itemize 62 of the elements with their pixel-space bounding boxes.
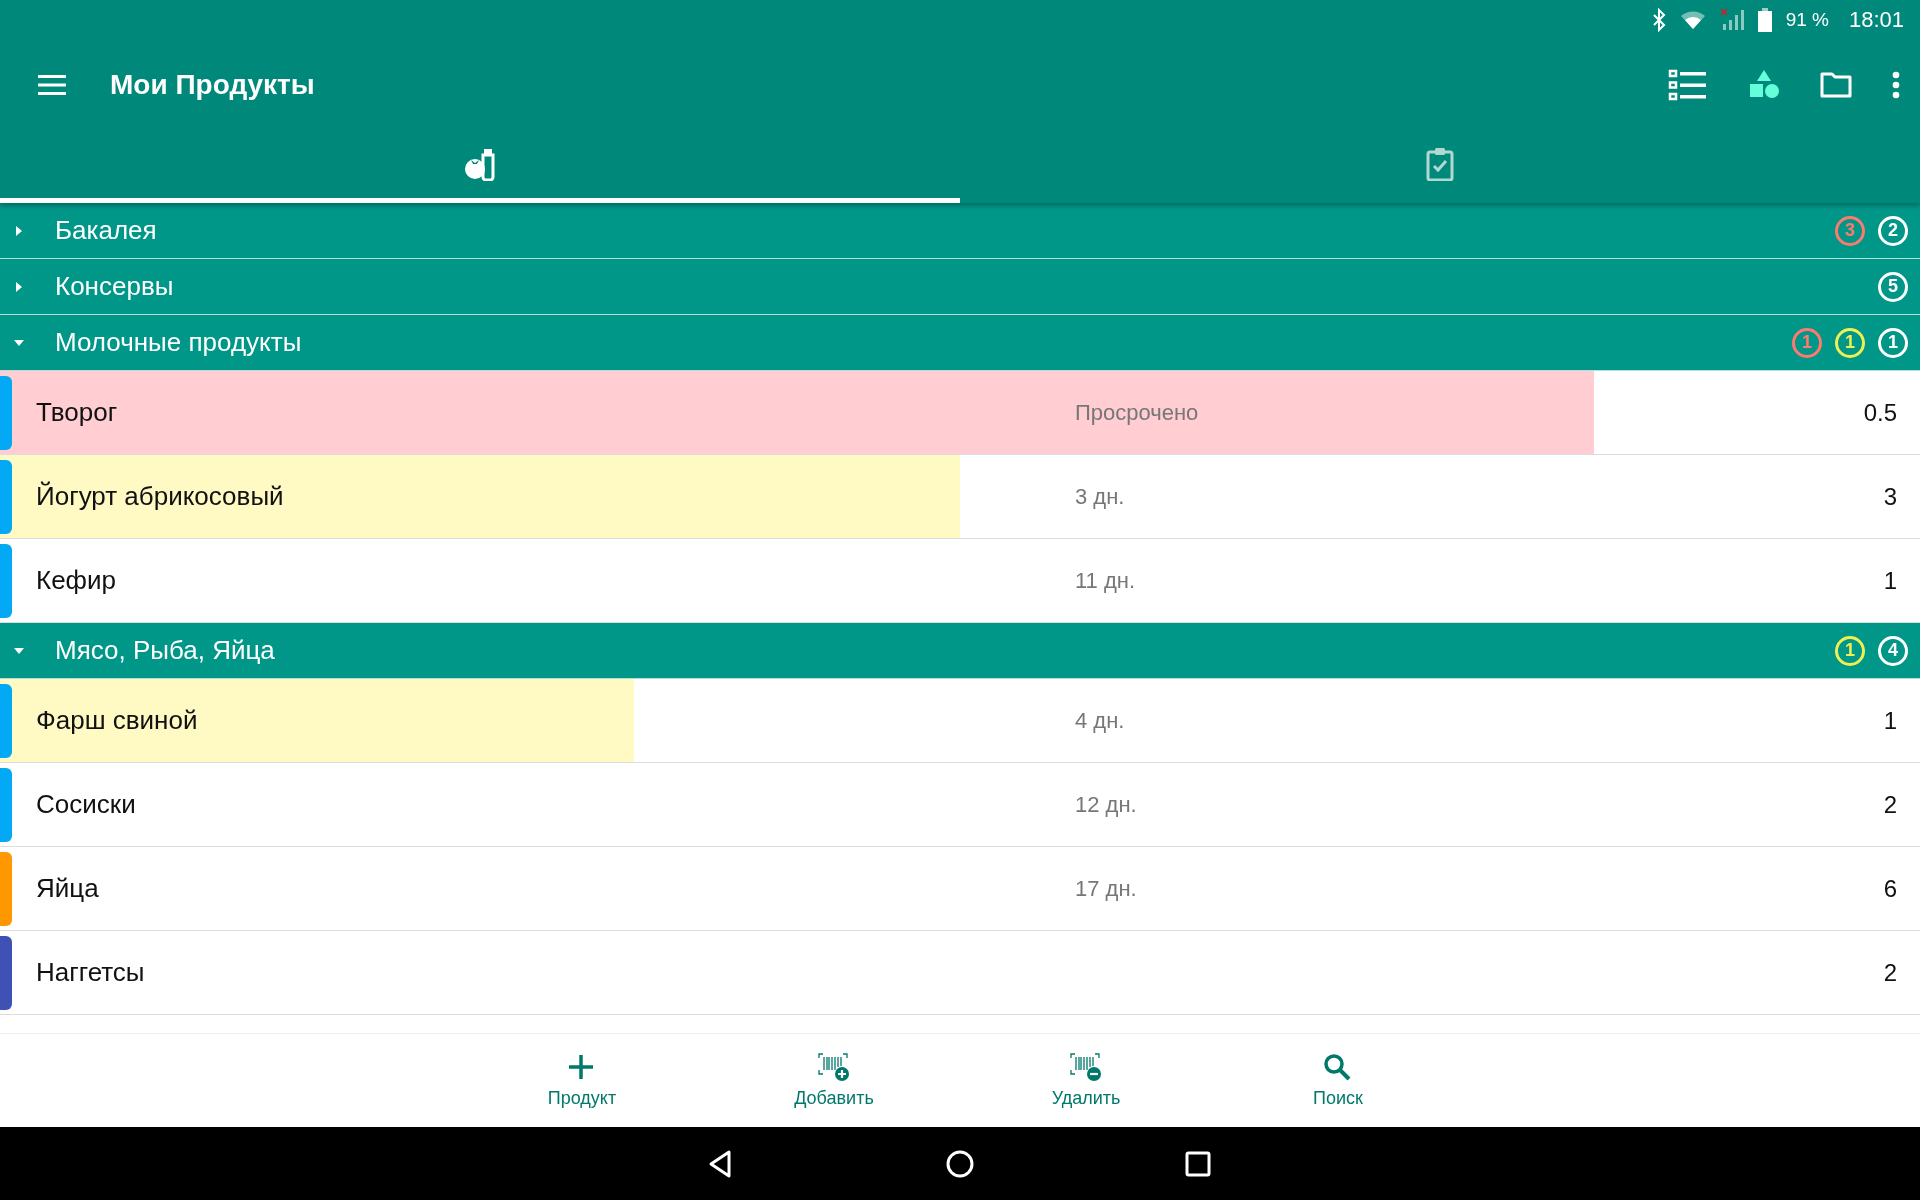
product-name: Сосиски: [36, 789, 137, 820]
shapes-button[interactable]: [1748, 69, 1780, 101]
battery-level: 91 %: [1785, 9, 1829, 31]
product-name: Творог: [36, 397, 119, 428]
count-badge: 1: [1835, 327, 1865, 358]
menu-icon: [38, 74, 66, 96]
expiry-text: 11 дн.: [1075, 567, 1137, 594]
quantity: 0.5: [1863, 398, 1897, 427]
add-button[interactable]: Продукт: [526, 1034, 638, 1127]
cell-signal-icon: [1719, 8, 1744, 32]
bluetooth-icon: [1651, 8, 1666, 32]
product-row[interactable]: Фарш свиной 4 дн. 1: [0, 679, 1920, 763]
quantity: 1: [1883, 706, 1897, 735]
product-row[interactable]: Йогурт абрикосовый 3 дн. 3: [0, 455, 1920, 539]
shapes-icon: [1748, 69, 1780, 101]
expiry-text: 12 дн.: [1075, 791, 1138, 818]
barcode-remove-button[interactable]: Удалить: [1030, 1034, 1142, 1127]
expiry-text: 17 дн.: [1075, 875, 1138, 902]
count-badge: 4: [1878, 635, 1908, 666]
count-badge: 5: [1878, 271, 1908, 302]
app-title: Мои Продукты: [110, 69, 316, 101]
quantity: 1: [1883, 566, 1897, 595]
search-button[interactable]: Поиск: [1282, 1034, 1394, 1127]
home-button[interactable]: [945, 1148, 975, 1179]
more-icon: [1892, 71, 1900, 99]
battery-icon: [1757, 8, 1772, 32]
count-badge: 3: [1835, 215, 1865, 246]
category-header[interactable]: Мясо, Рыба, Яйца 1 4: [0, 623, 1920, 679]
list-button[interactable]: [1668, 69, 1708, 101]
wifi-icon: [1679, 10, 1706, 30]
category-header[interactable]: Бакалея 3 2: [0, 203, 1920, 259]
list-icon: [1668, 69, 1708, 101]
folder-button[interactable]: [1820, 72, 1852, 98]
quantity: 6: [1883, 874, 1897, 903]
count-badge: 2: [1878, 215, 1908, 246]
quantity: 2: [1883, 790, 1897, 819]
home-icon: [945, 1148, 975, 1179]
product-name: Фарш свиной: [36, 705, 199, 736]
count-badge: 1: [1792, 327, 1822, 358]
quantity: 3: [1883, 482, 1897, 511]
barcode-plus-icon: [818, 1052, 850, 1082]
tomato-bottle-icon: [463, 147, 497, 181]
count-badge: 1: [1835, 635, 1865, 666]
clock: 18:01: [1848, 7, 1904, 33]
clipboard-check-icon: [1426, 147, 1454, 181]
quantity: 2: [1883, 958, 1897, 987]
category-header[interactable]: Консервы 5: [0, 259, 1920, 315]
menu-button[interactable]: [38, 74, 66, 96]
expiry-text: Просрочено: [1075, 399, 1200, 426]
product-name: Кефир: [36, 565, 117, 596]
product-name: Наггетсы: [36, 957, 146, 988]
folder-icon: [1820, 72, 1852, 98]
expiry-text: 4 дн.: [1075, 707, 1126, 734]
more-button[interactable]: [1892, 71, 1900, 99]
product-name: Яйца: [36, 873, 100, 904]
barcode-add-button[interactable]: Добавить: [778, 1034, 890, 1127]
category-header[interactable]: Молочные продукты 1 1 1: [0, 315, 1920, 371]
product-row[interactable]: Творог Просрочено 0.5: [0, 371, 1920, 455]
product-name: Йогурт абрикосовый: [36, 481, 285, 512]
count-badge: 1: [1878, 327, 1908, 358]
expiry-text: 3 дн.: [1075, 483, 1126, 510]
barcode-minus-icon: [1070, 1052, 1102, 1082]
